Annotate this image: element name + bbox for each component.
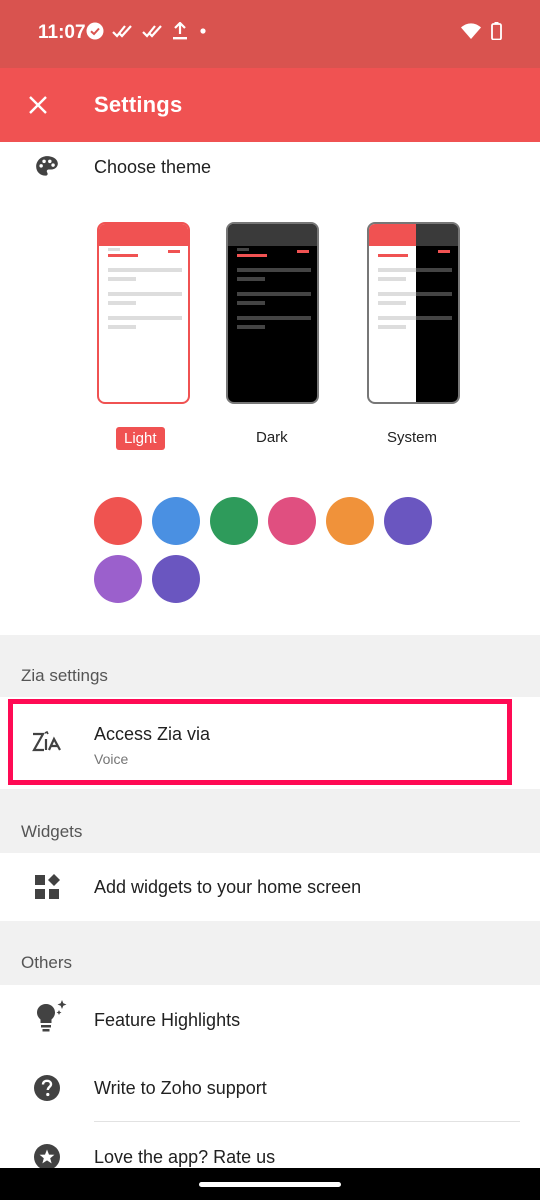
accent-swatch-pink[interactable] (268, 497, 316, 545)
add-widgets-label: Add widgets to your home screen (94, 877, 362, 897)
help-icon (34, 1075, 60, 1101)
choose-theme-label: Choose theme (94, 157, 212, 177)
accent-swatch-deep-purple[interactable] (152, 555, 200, 603)
accent-swatch-indigo[interactable] (384, 497, 432, 545)
upload-icon (173, 22, 187, 40)
choose-theme-row: Choose theme (0, 142, 540, 192)
access-zia-value: Voice (94, 751, 129, 767)
wifi-icon (461, 23, 481, 39)
feature-highlights-label: Feature Highlights (94, 1010, 241, 1030)
double-check-icon (112, 25, 132, 38)
zia-icon (32, 731, 61, 752)
lightbulb-icon (37, 1000, 67, 1032)
star-circle-icon (34, 1144, 60, 1168)
dot-icon (200, 28, 206, 34)
close-icon (29, 96, 47, 114)
widgets-icon (35, 874, 60, 899)
notification-icons (86, 22, 210, 40)
others-section-header-bg (0, 921, 540, 985)
status-bar: 11:07 (0, 0, 540, 68)
settings-content[interactable]: Choose theme Light Dark System Zia setti… (0, 142, 540, 1168)
accent-swatch-purple[interactable] (94, 555, 142, 603)
widgets-section-header: Widgets (21, 822, 83, 841)
accent-swatch-green[interactable] (210, 497, 258, 545)
battery-icon (491, 22, 502, 40)
zia-section-header: Zia settings (21, 666, 108, 685)
page-title: Settings (94, 92, 183, 117)
double-check-icon (142, 25, 162, 38)
theme-option-dark[interactable]: Dark (256, 429, 288, 446)
home-gesture-handle[interactable] (199, 1182, 341, 1187)
feature-highlights-row[interactable]: Feature Highlights (0, 985, 540, 1053)
close-button[interactable] (20, 87, 56, 123)
accent-swatch-red[interactable] (94, 497, 142, 545)
system-icons (461, 22, 502, 40)
theme-option-system[interactable]: System (387, 429, 437, 446)
theme-preview-dark[interactable] (226, 222, 319, 404)
widgets-section-header-bg (0, 789, 540, 853)
write-support-label: Write to Zoho support (94, 1078, 267, 1098)
check-circle-icon (86, 22, 104, 40)
status-time: 11:07 (38, 22, 86, 43)
add-widgets-row[interactable]: Add widgets to your home screen (0, 853, 540, 921)
app-bar: Settings (0, 68, 540, 142)
navigation-bar (0, 1168, 540, 1200)
access-zia-title: Access Zia via (94, 724, 211, 744)
accent-swatch-blue[interactable] (152, 497, 200, 545)
theme-preview-system[interactable] (367, 222, 460, 404)
others-section-header: Others (21, 953, 73, 972)
rate-us-label: Love the app? Rate us (94, 1147, 276, 1167)
rate-us-row[interactable]: Love the app? Rate us (0, 1122, 540, 1168)
write-support-row[interactable]: Write to Zoho support (0, 1053, 540, 1121)
accent-swatch-orange[interactable] (326, 497, 374, 545)
palette-icon (36, 156, 58, 176)
theme-option-light[interactable]: Light (116, 427, 165, 450)
theme-preview-light[interactable] (97, 222, 190, 404)
access-zia-row[interactable]: Access Zia via Voice (0, 697, 540, 789)
